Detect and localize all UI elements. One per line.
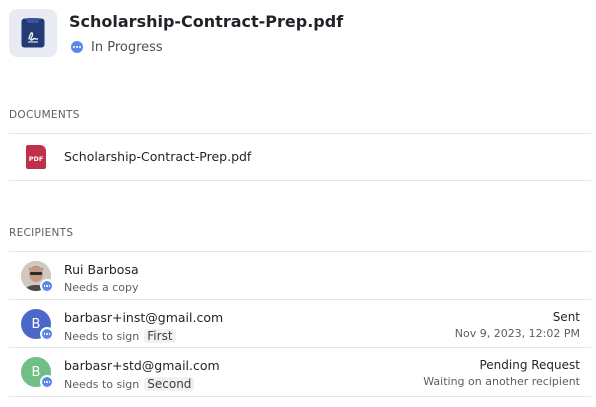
documents-heading: DOCUMENTS <box>9 109 80 121</box>
document-details-panel: Scholarship-Contract-Prep.pdf In Progres… <box>0 0 596 407</box>
recipient-status: Pending Request <box>479 358 580 372</box>
pdf-file-icon: PDF <box>26 145 46 169</box>
recipients-heading: RECIPIENTS <box>9 227 74 239</box>
in-progress-icon <box>71 41 83 53</box>
signing-order-chip: First <box>144 329 176 343</box>
pending-status-icon <box>40 327 54 341</box>
divider <box>9 396 591 397</box>
recipient-row[interactable]: Rui Barbosa Needs a copy <box>9 252 591 300</box>
recipient-email: barbasr+inst@gmail.com <box>64 310 224 325</box>
document-name[interactable]: Scholarship-Contract-Prep.pdf <box>64 149 251 164</box>
recipient-status-detail: Waiting on another recipient <box>423 375 580 388</box>
pending-status-icon <box>40 279 54 293</box>
document-row[interactable]: PDF Scholarship-Contract-Prep.pdf <box>9 134 591 180</box>
recipient-status: Sent <box>552 310 580 324</box>
recipient-action: Needs a copy <box>64 281 138 294</box>
recipient-action-label: Needs to sign <box>64 377 140 391</box>
divider <box>9 180 591 181</box>
recipient-action-label: Needs a copy <box>64 281 139 294</box>
document-title: Scholarship-Contract-Prep.pdf <box>69 12 344 31</box>
pending-status-icon <box>40 375 54 389</box>
signing-order-chip: Second <box>144 377 195 391</box>
contract-document-icon <box>9 9 57 57</box>
recipient-row[interactable]: B barbasr+inst@gmail.com Needs to sign F… <box>9 300 591 348</box>
recipient-name: Rui Barbosa <box>64 262 139 277</box>
status-indicator: In Progress <box>71 39 163 55</box>
recipient-action: Needs to sign Second <box>64 377 195 391</box>
recipient-email: barbasr+std@gmail.com <box>64 358 220 373</box>
recipient-action-label: Needs to sign <box>64 329 140 343</box>
recipient-row[interactable]: B barbasr+std@gmail.com Needs to sign Se… <box>9 348 591 396</box>
document-header: Scholarship-Contract-Prep.pdf In Progres… <box>9 9 589 57</box>
status-label: In Progress <box>91 39 163 55</box>
recipient-action: Needs to sign First <box>64 329 176 343</box>
recipient-status-detail: Nov 9, 2023, 12:02 PM <box>454 327 580 340</box>
